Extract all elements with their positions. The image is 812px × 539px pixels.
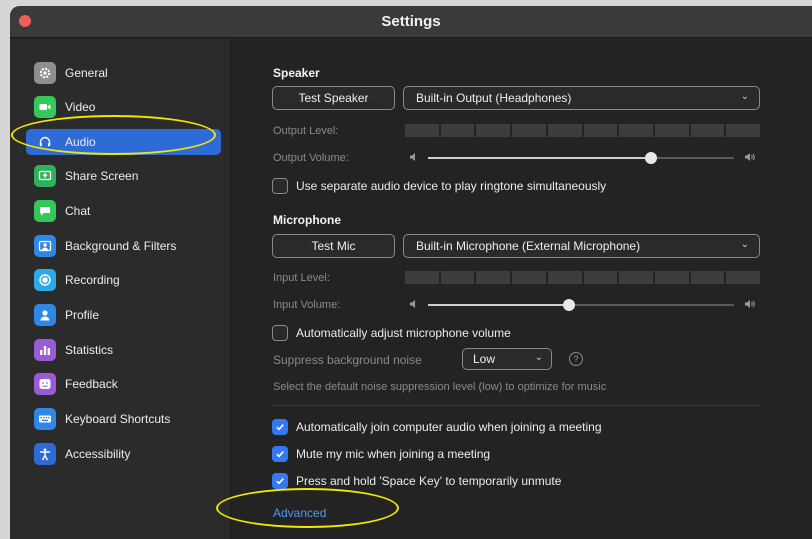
sidebar-item-chat[interactable]: Chat xyxy=(26,198,221,224)
sidebar-item-label: Statistics xyxy=(65,343,114,357)
chevron-down-icon: ⌄ xyxy=(534,352,543,363)
sidebar-item-accessibility[interactable]: Accessibility xyxy=(26,441,221,467)
audio-settings-panel: Speaker Test Speaker Built-in Output (He… xyxy=(232,39,812,539)
output-volume-fill xyxy=(428,157,652,159)
volume-high-icon xyxy=(745,153,755,161)
volume-low-icon xyxy=(410,300,415,308)
speaker-heading: Speaker xyxy=(273,66,320,80)
smiley-icon xyxy=(34,373,56,395)
sidebar-item-profile[interactable]: Profile xyxy=(26,302,221,328)
output-volume-slider[interactable] xyxy=(428,152,734,164)
output-volume-label: Output Volume: xyxy=(273,152,349,164)
keyboard-icon xyxy=(34,408,56,430)
space-key-unmute-checkbox[interactable] xyxy=(272,473,288,489)
sidebar-item-label: Accessibility xyxy=(65,447,131,461)
test-mic-button[interactable]: Test Mic xyxy=(272,234,395,258)
ringtone-label: Use separate audio device to play ringto… xyxy=(296,179,607,193)
sidebar-item-label: Background & Filters xyxy=(65,239,177,253)
settings-window: Settings General Video Audio Share Scree… xyxy=(10,6,812,539)
output-level-meter xyxy=(405,124,761,137)
sidebar-item-audio[interactable]: Audio xyxy=(26,129,221,155)
checkmark-icon xyxy=(276,478,284,485)
microphone-device-value: Built-in Microphone (External Microphone… xyxy=(416,239,641,253)
background-icon xyxy=(34,235,56,257)
auto-join-audio-label: Automatically join computer audio when j… xyxy=(296,420,602,434)
accessibility-icon xyxy=(34,443,56,465)
sidebar-item-keyboard-shortcuts[interactable]: Keyboard Shortcuts xyxy=(26,406,221,432)
speaker-device-select[interactable]: Built-in Output (Headphones) ⌄ xyxy=(403,86,760,110)
ringtone-checkbox[interactable] xyxy=(272,178,288,194)
help-icon[interactable]: ? xyxy=(569,352,583,366)
sidebar-item-label: Profile xyxy=(65,308,100,322)
space-key-unmute-label: Press and hold 'Space Key' to temporaril… xyxy=(296,474,562,488)
checkmark-icon xyxy=(276,451,284,458)
sidebar-item-label: Chat xyxy=(65,204,91,218)
auto-adjust-checkbox-row[interactable]: Automatically adjust microphone volume xyxy=(272,325,511,341)
input-volume-label: Input Volume: xyxy=(273,299,341,311)
auto-join-audio-checkbox[interactable] xyxy=(272,419,288,435)
noise-suppression-description: Select the default noise suppression lev… xyxy=(273,381,607,393)
mute-mic-row[interactable]: Mute my mic when joining a meeting xyxy=(272,446,490,462)
sidebar: General Video Audio Share Screen Chat Ba… xyxy=(10,39,231,539)
ringtone-checkbox-row[interactable]: Use separate audio device to play ringto… xyxy=(272,178,606,194)
input-volume-slider[interactable] xyxy=(428,299,734,311)
space-key-unmute-row[interactable]: Press and hold 'Space Key' to temporaril… xyxy=(272,473,561,489)
sidebar-item-label: Share Screen xyxy=(65,169,139,183)
volume-high-icon xyxy=(745,300,755,308)
checkmark-icon xyxy=(276,424,284,431)
headphones-icon xyxy=(34,131,56,153)
sidebar-item-feedback[interactable]: Feedback xyxy=(26,371,221,397)
sidebar-item-recording[interactable]: Recording xyxy=(26,267,221,293)
sidebar-item-statistics[interactable]: Statistics xyxy=(26,337,221,363)
sidebar-item-background-filters[interactable]: Background & Filters xyxy=(26,233,221,259)
test-speaker-button[interactable]: Test Speaker xyxy=(272,86,395,110)
sidebar-item-label: Feedback xyxy=(65,377,118,391)
window-title: Settings xyxy=(381,13,441,30)
record-icon xyxy=(34,269,56,291)
chat-bubble-icon xyxy=(34,200,56,222)
input-volume-knob[interactable] xyxy=(562,299,575,311)
noise-suppression-label: Suppress background noise xyxy=(273,353,422,367)
input-volume-fill xyxy=(428,304,569,306)
mute-mic-checkbox[interactable] xyxy=(272,446,288,462)
divider xyxy=(273,405,760,406)
bar-chart-icon xyxy=(34,339,56,361)
video-camera-icon xyxy=(34,96,56,118)
volume-low-icon xyxy=(410,153,415,161)
share-screen-icon xyxy=(34,165,56,187)
input-level-meter xyxy=(405,271,761,284)
auto-adjust-label: Automatically adjust microphone volume xyxy=(296,326,511,340)
mute-mic-label: Mute my mic when joining a meeting xyxy=(296,447,491,461)
sidebar-item-label: General xyxy=(65,66,108,80)
auto-adjust-checkbox[interactable] xyxy=(272,325,288,341)
gear-icon xyxy=(34,62,56,84)
sidebar-item-label: Video xyxy=(65,100,96,114)
advanced-link[interactable]: Advanced xyxy=(273,506,326,520)
input-level-label: Input Level: xyxy=(273,272,330,284)
sidebar-item-share-screen[interactable]: Share Screen xyxy=(26,163,221,189)
sidebar-item-video[interactable]: Video xyxy=(26,94,221,120)
sidebar-item-general[interactable]: General xyxy=(26,60,221,86)
auto-join-audio-row[interactable]: Automatically join computer audio when j… xyxy=(272,419,602,435)
title-bar: Settings xyxy=(10,6,812,38)
noise-suppression-value: Low xyxy=(473,352,496,366)
output-level-label: Output Level: xyxy=(273,125,339,137)
chevron-down-icon: ⌄ xyxy=(740,91,749,102)
person-icon xyxy=(34,304,56,326)
chevron-down-icon: ⌄ xyxy=(740,239,749,250)
noise-suppression-select[interactable]: Low ⌄ xyxy=(462,348,552,370)
microphone-device-select[interactable]: Built-in Microphone (External Microphone… xyxy=(403,234,760,258)
sidebar-item-label: Recording xyxy=(65,273,120,287)
sidebar-item-label: Audio xyxy=(65,135,96,149)
speaker-device-value: Built-in Output (Headphones) xyxy=(416,91,572,105)
microphone-heading: Microphone xyxy=(273,213,341,227)
output-volume-knob[interactable] xyxy=(645,152,658,164)
sidebar-item-label: Keyboard Shortcuts xyxy=(65,412,171,426)
